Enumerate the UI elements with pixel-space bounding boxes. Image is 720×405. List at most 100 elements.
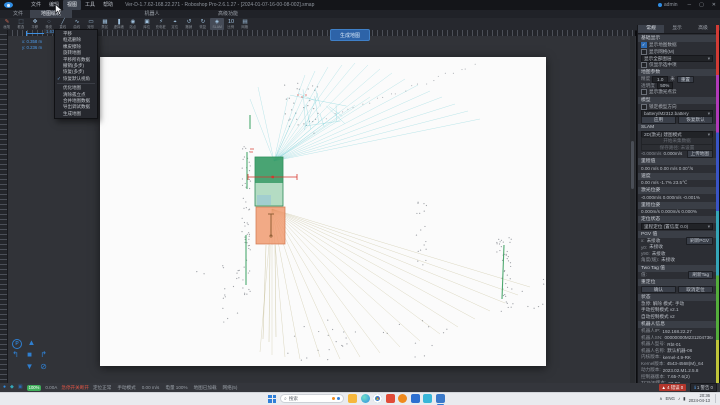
- 定位-icon: ⌖: [173, 19, 176, 25]
- select-value: 显示全部图层: [644, 56, 672, 62]
- tray-icon[interactable]: ENG: [665, 396, 675, 402]
- menu-item-13[interactable]: 生成地图: [55, 111, 97, 117]
- tool-站点[interactable]: ◉站点: [126, 18, 140, 30]
- chrome-browser-icon[interactable]: [373, 394, 382, 403]
- tool-撤销[interactable]: ↺撤销: [182, 18, 196, 30]
- taskbar-clock[interactable]: 20:36 2024-04-13: [689, 394, 710, 404]
- kv-value: Rbt-01: [667, 342, 713, 347]
- mouse-cursor: [55, 4, 63, 15]
- 刷新Tag-button[interactable]: 刷新Tag: [688, 271, 713, 279]
- panel-tab-高级[interactable]: 高级: [690, 25, 716, 33]
- ribbon-tab-2[interactable]: 地图绘制: [30, 10, 72, 18]
- tool-比例[interactable]: 10比例: [224, 18, 238, 30]
- checkbox[interactable]: [641, 62, 647, 68]
- map-canvas[interactable]: [100, 57, 546, 366]
- user-account[interactable]: admin: [658, 2, 678, 8]
- chevron-down-icon: ▾: [708, 56, 710, 62]
- minimize-button[interactable]: ─: [684, 0, 696, 10]
- tool-label: 比例: [228, 25, 235, 29]
- 比例-icon: 10: [228, 19, 234, 25]
- checkbox[interactable]: [641, 42, 647, 48]
- menu-3[interactable]: 视图: [63, 0, 81, 10]
- checkbox[interactable]: [641, 89, 647, 95]
- properties-panel: 常规显示高级 基础显示显示地图数据显示网格(M)显示全部图层▾仅显示选中项地图参…: [637, 25, 716, 383]
- connection-status-icon: ●: [3, 383, 6, 392]
- value-row: 0.00 m/s 0.00 m/s 0.00°/s: [641, 166, 693, 171]
- close-button[interactable]: ✕: [708, 0, 720, 10]
- tray-icon[interactable]: ▮: [683, 396, 685, 402]
- 充电桩-icon: ⚡: [159, 19, 163, 25]
- panel-row: 值:刷新Tag: [638, 272, 716, 279]
- tool-虚拟墙[interactable]: ❚虚拟墙: [112, 18, 126, 30]
- 取消定位-button[interactable]: 取消定位: [678, 286, 713, 294]
- panel-tab-常规[interactable]: 常规: [638, 25, 664, 33]
- value-row: 0.000m/s 0.000m/s 0.000%: [641, 209, 697, 214]
- tool-定位[interactable]: ⌖定位: [168, 18, 182, 30]
- generate-map-button[interactable]: 生成地图: [330, 29, 370, 41]
- menu-4[interactable]: 工具: [81, 0, 99, 10]
- menu-5[interactable]: 帮助: [99, 0, 117, 10]
- 撤销-icon: ↺: [187, 19, 192, 25]
- 应用-button[interactable]: 应用: [641, 116, 676, 124]
- tool-画笔[interactable]: ✎画笔: [0, 18, 14, 30]
- checkbox[interactable]: [641, 104, 647, 110]
- tray-icon[interactable]: ♪: [678, 396, 680, 402]
- 重置-button[interactable]: 重置: [677, 76, 694, 84]
- rotate-right-button[interactable]: ↱: [38, 349, 49, 360]
- tool-恢复[interactable]: ↻恢复: [196, 18, 210, 30]
- start-button[interactable]: [268, 395, 276, 403]
- ribbon-tab-4[interactable]: 高级功能: [211, 10, 245, 18]
- manual-control-cluster: P ▲ ↰ ■ ↱ ▼ ⊘: [10, 339, 56, 379]
- file-explorer-icon[interactable]: [348, 394, 357, 403]
- tool-库位[interactable]: ▣库位: [140, 18, 154, 30]
- edge-browser-icon[interactable]: [361, 394, 370, 403]
- section-header: 地图参数: [638, 69, 716, 76]
- panel-row: 显示激光点云: [638, 89, 716, 96]
- kv-key: Kernel版本:: [641, 361, 665, 367]
- menu-item-8[interactable]: ✓恢复默认视角: [55, 76, 97, 82]
- dropdown-select[interactable]: 里程定位 (置信度 0.0)▾: [641, 223, 713, 231]
- maximize-button[interactable]: ▢: [695, 0, 708, 10]
- pause-button[interactable]: P: [12, 339, 22, 349]
- tray-icon[interactable]: ∧: [659, 396, 662, 402]
- tool-禁区[interactable]: ▦禁区: [98, 18, 112, 30]
- kv-value: 未接收: [652, 251, 713, 257]
- roboshop-app-icon[interactable]: [436, 394, 445, 403]
- 上传地图-button[interactable]: 上传地图: [687, 150, 713, 158]
- 恢复默认-button[interactable]: 恢复默认: [678, 116, 713, 124]
- app-blue-icon[interactable]: [411, 394, 420, 403]
- tool-框选[interactable]: ⬚框选: [14, 18, 28, 30]
- menu-1[interactable]: 文件: [27, 0, 45, 10]
- kv-value: 未接收: [649, 244, 713, 250]
- app-red-icon[interactable]: [386, 394, 395, 403]
- panel-tab-显示[interactable]: 显示: [664, 25, 690, 33]
- rotate-left-button[interactable]: ↰: [10, 349, 21, 360]
- canvas-scrollbar[interactable]: [630, 36, 635, 383]
- tool-平移[interactable]: ✥平移: [28, 18, 42, 30]
- section-header: 重定位: [638, 279, 716, 286]
- status-item: 0.00 m/s: [142, 385, 160, 391]
- ribbon-tab-1[interactable]: 文件: [8, 10, 28, 18]
- application-window: 文件编辑视图工具帮助 Ver-D-1.7.62-168.22.271 - Rob…: [0, 0, 720, 405]
- scrollbar-handle[interactable]: [631, 141, 634, 189]
- error-badge[interactable]: ▲ 4 错误 0: [659, 384, 687, 391]
- move-backward-button[interactable]: ▼: [24, 361, 35, 372]
- stop-button[interactable]: ■: [24, 349, 35, 360]
- show-desktop-button[interactable]: [715, 394, 716, 403]
- app-orange-icon[interactable]: [398, 394, 407, 403]
- move-forward-button[interactable]: ▲: [26, 337, 37, 348]
- panel-row: y0:未接收: [638, 244, 716, 251]
- tool-充电桩[interactable]: ⚡充电桩: [154, 18, 168, 30]
- tool-SLAM[interactable]: ◈SLAM: [210, 18, 224, 30]
- value-row: 急停: 解除 模式: 手动: [641, 301, 684, 307]
- disable-motion-button[interactable]: ⊘: [38, 361, 49, 372]
- taskbar-search[interactable]: ⌕ 搜索: [280, 394, 344, 403]
- kv-value: 4543-4568(M)_64: [667, 361, 713, 366]
- app-teal-icon[interactable]: [423, 394, 432, 403]
- warning-badge[interactable]: ℹ1 警告 0: [690, 383, 717, 392]
- checkbox[interactable]: [641, 49, 647, 55]
- ribbon-tab-3[interactable]: 机器人: [138, 10, 166, 18]
- 确认-button[interactable]: 确认: [641, 286, 676, 294]
- kv-value: 192.168.22.27: [662, 329, 713, 334]
- tool-网格[interactable]: ▤网格: [238, 18, 252, 30]
